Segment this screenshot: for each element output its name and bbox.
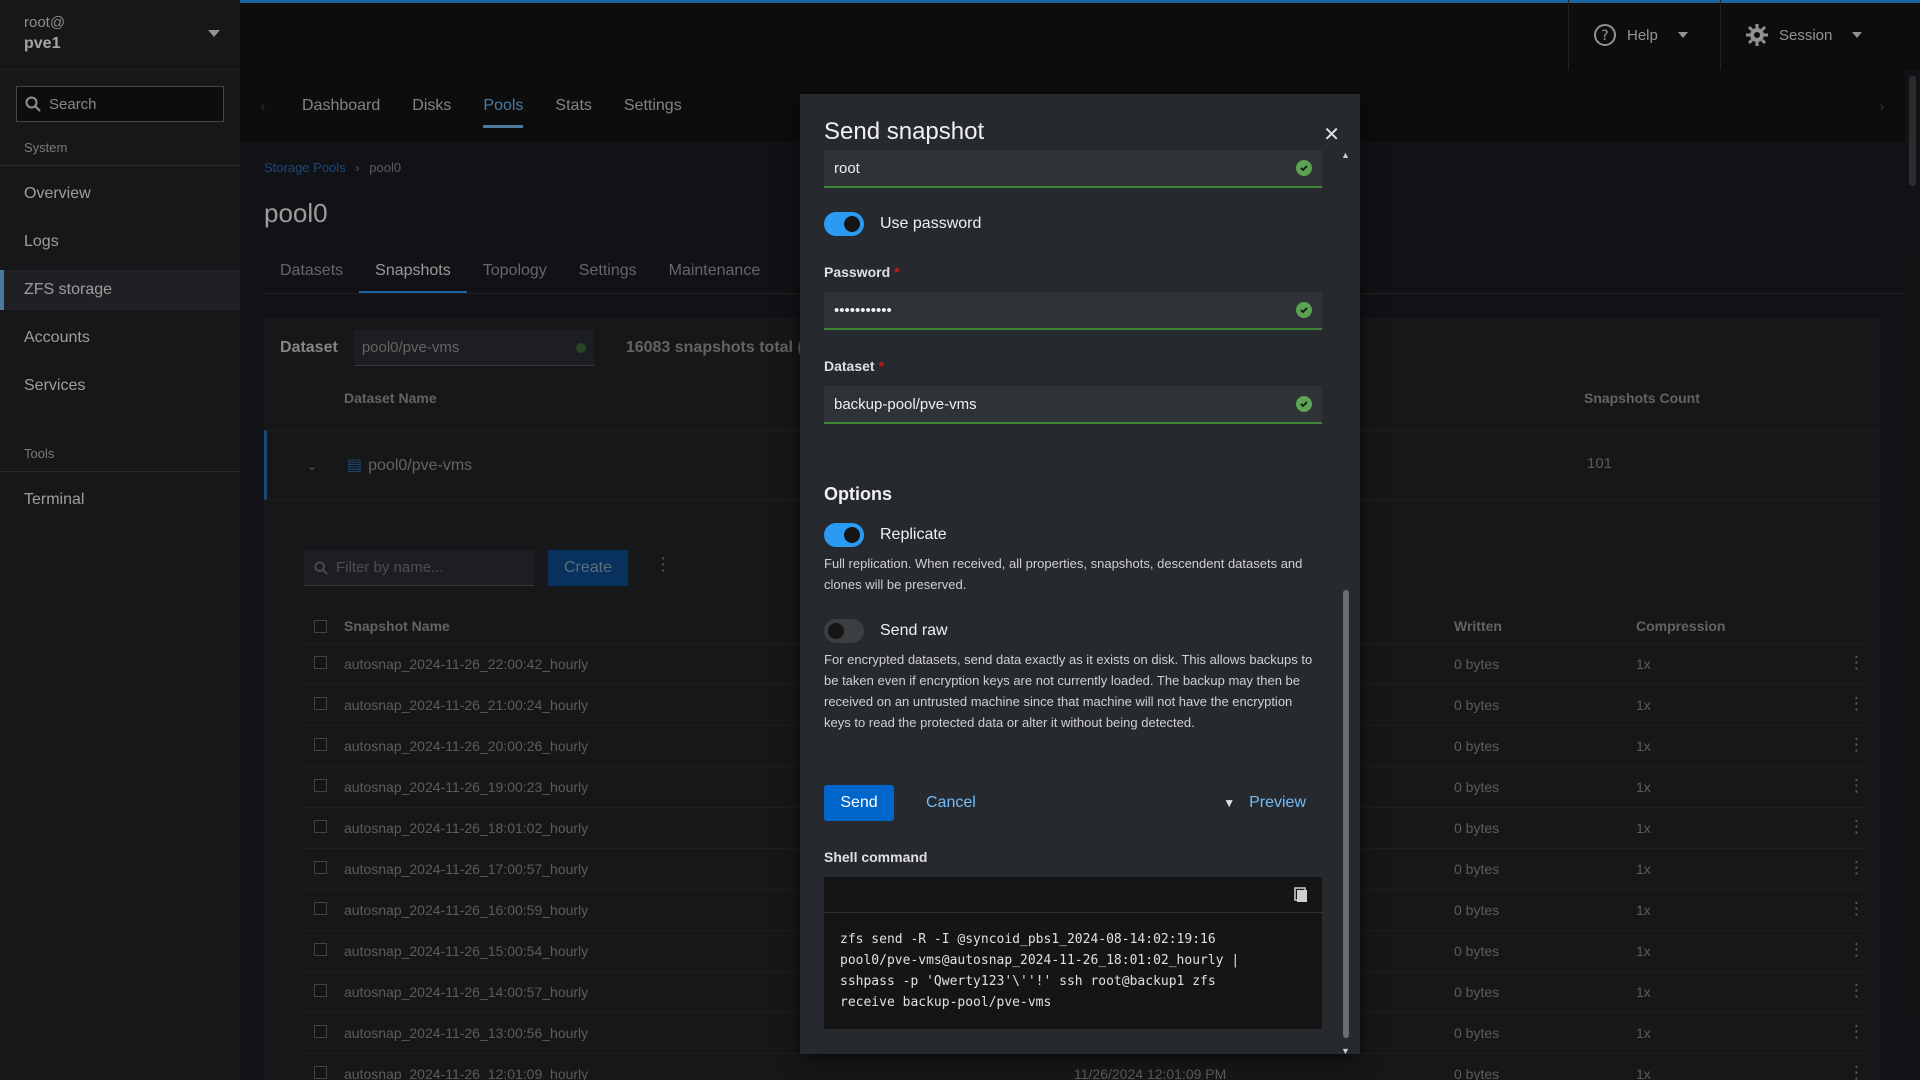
required-marker: *	[894, 264, 900, 280]
preview-button: Preview	[1249, 794, 1306, 811]
scroll-down-icon[interactable]: ▼	[1341, 1046, 1350, 1056]
password-value: •••••••••••	[834, 301, 892, 319]
preview-toggle[interactable]: ▼ Preview	[1223, 794, 1306, 812]
user-value: root	[834, 159, 860, 177]
send-raw-toggle[interactable]	[824, 619, 864, 643]
copy-icon[interactable]	[1294, 887, 1308, 903]
check-icon	[1296, 302, 1312, 318]
send-button[interactable]: Send	[824, 785, 894, 821]
dataset-label-text: Dataset	[824, 358, 875, 374]
user-field[interactable]: root	[824, 150, 1322, 188]
close-icon[interactable]: ✕	[1323, 122, 1340, 147]
required-marker: *	[878, 358, 885, 374]
check-icon	[1296, 396, 1312, 412]
password-field[interactable]: •••••••••••	[824, 292, 1322, 330]
send-raw-help: For encrypted datasets, send data exactl…	[824, 652, 1313, 730]
use-password-toggle[interactable]	[824, 212, 864, 236]
modal-title: Send snapshot	[824, 118, 985, 145]
chevron-down-icon: ▼	[1223, 796, 1236, 810]
shell-toolbar	[824, 877, 1322, 913]
check-icon	[1296, 160, 1312, 176]
modal-scrollbar[interactable]: ▲ ▼	[1340, 150, 1352, 1056]
modal-body: root Use password Password * ••••••••••• …	[824, 150, 1322, 1029]
send-raw-label: Send raw	[880, 622, 948, 639]
options-heading: Options	[824, 484, 892, 504]
cancel-button[interactable]: Cancel	[926, 794, 976, 812]
dataset-label: Dataset *	[824, 358, 1322, 374]
password-label: Password *	[824, 264, 1322, 280]
send-raw-row: Send raw	[824, 619, 1322, 643]
use-password-label: Use password	[880, 215, 982, 232]
use-password-row: Use password	[824, 212, 1322, 236]
send-snapshot-modal: Send snapshot ✕ root Use password Passwo…	[800, 94, 1360, 1056]
dataset-field-value: backup-pool/pve-vms	[834, 395, 977, 413]
shell-command-box: zfs send -R -I @syncoid_pbs1_2024-08-14:…	[824, 877, 1322, 1029]
modal-scroll-thumb[interactable]	[1343, 590, 1349, 1038]
password-label-text: Password	[824, 264, 891, 280]
modal-actions: Send Cancel ▼ Preview	[824, 785, 1322, 821]
replicate-label: Replicate	[880, 526, 947, 543]
shell-command-label: Shell command	[824, 849, 928, 865]
replicate-toggle[interactable]	[824, 523, 864, 547]
dataset-field[interactable]: backup-pool/pve-vms	[824, 386, 1322, 424]
replicate-row: Replicate	[824, 523, 1322, 547]
replicate-help: Full replication. When received, all pro…	[824, 556, 1303, 592]
shell-command-text: zfs send -R -I @syncoid_pbs1_2024-08-14:…	[840, 932, 1240, 1010]
scroll-up-icon[interactable]: ▲	[1341, 150, 1350, 160]
